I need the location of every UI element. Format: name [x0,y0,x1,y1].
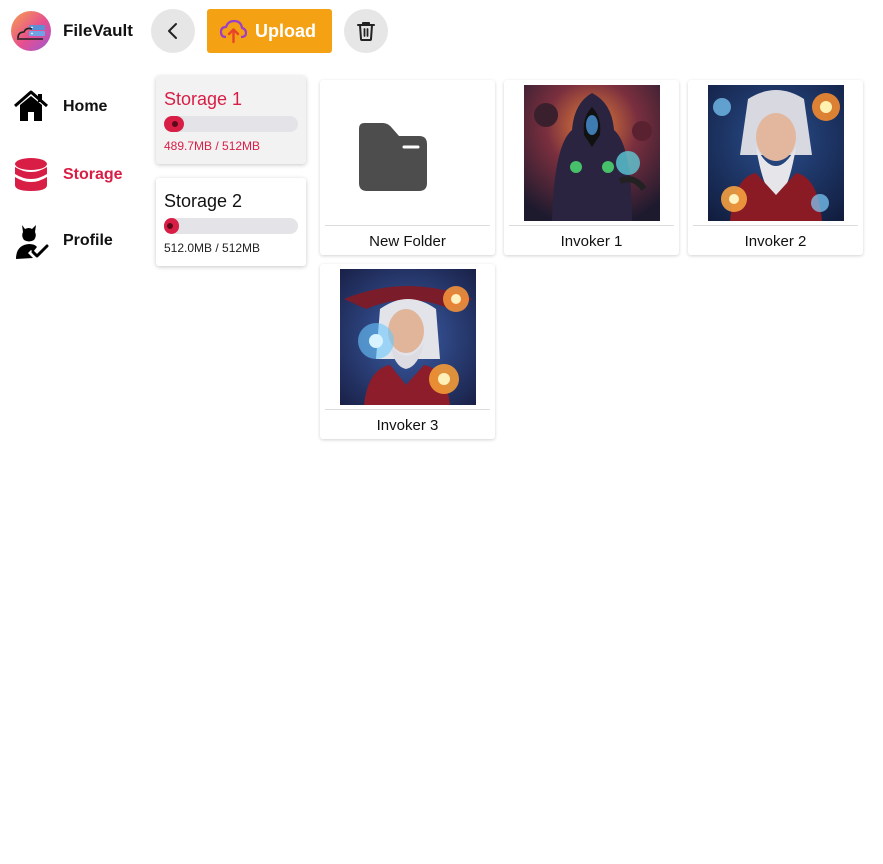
storage-usage-fill [164,116,185,132]
file-name: Invoker 1 [560,233,623,250]
back-button[interactable] [151,9,195,53]
app-title: FileVault [63,21,133,40]
nav-item-label: Storage [63,166,123,183]
image-thumbnail [707,85,844,221]
storage-usage-bar [164,116,298,132]
upload-button-label: Upload [255,20,316,41]
storage-card-1[interactable]: Storage 1 489.7MB / 512MB [156,76,306,164]
folder-icon [340,85,476,221]
nav-item-label: Home [63,98,108,115]
storage-card-2[interactable]: Storage 2 512.0MB / 512MB [156,178,306,266]
file-tile-image[interactable]: Invoker 3 [320,264,495,439]
file-tile-image[interactable]: Invoker 1 [504,80,679,255]
tile-divider [325,409,490,410]
nav-item-profile[interactable]: Profile [12,222,113,260]
tile-divider [509,225,674,226]
file-tile-folder[interactable]: New Folder [320,80,495,255]
trash-icon [357,22,375,41]
tile-divider [693,225,858,226]
storage-usage-text: 512.0MB / 512MB [164,241,261,255]
nav-item-home[interactable]: Home [12,88,107,126]
storage-usage-text: 489.7MB / 512MB [164,139,261,153]
file-name: Invoker 3 [376,417,439,434]
file-tile-image[interactable]: Invoker 2 [688,80,863,255]
nav-item-storage[interactable]: Storage [12,156,123,194]
user-check-icon [12,222,50,260]
chevron-left-icon [168,23,177,39]
database-icon [12,156,50,194]
image-thumbnail [339,269,476,405]
file-name: Invoker 2 [744,233,807,250]
upload-button[interactable]: Upload [207,9,332,53]
cloud-upload-icon [219,19,247,44]
tile-divider [325,225,490,226]
delete-button[interactable] [344,9,388,53]
storage-name: Storage 2 [164,191,243,211]
home-icon [12,88,50,126]
nav-item-label: Profile [63,232,113,249]
storage-name: Storage 1 [164,89,243,109]
file-name: New Folder [369,233,446,250]
storage-usage-bar [164,218,298,234]
app-logo [11,11,51,51]
storage-usage-fill [164,218,179,234]
image-thumbnail [523,85,660,221]
